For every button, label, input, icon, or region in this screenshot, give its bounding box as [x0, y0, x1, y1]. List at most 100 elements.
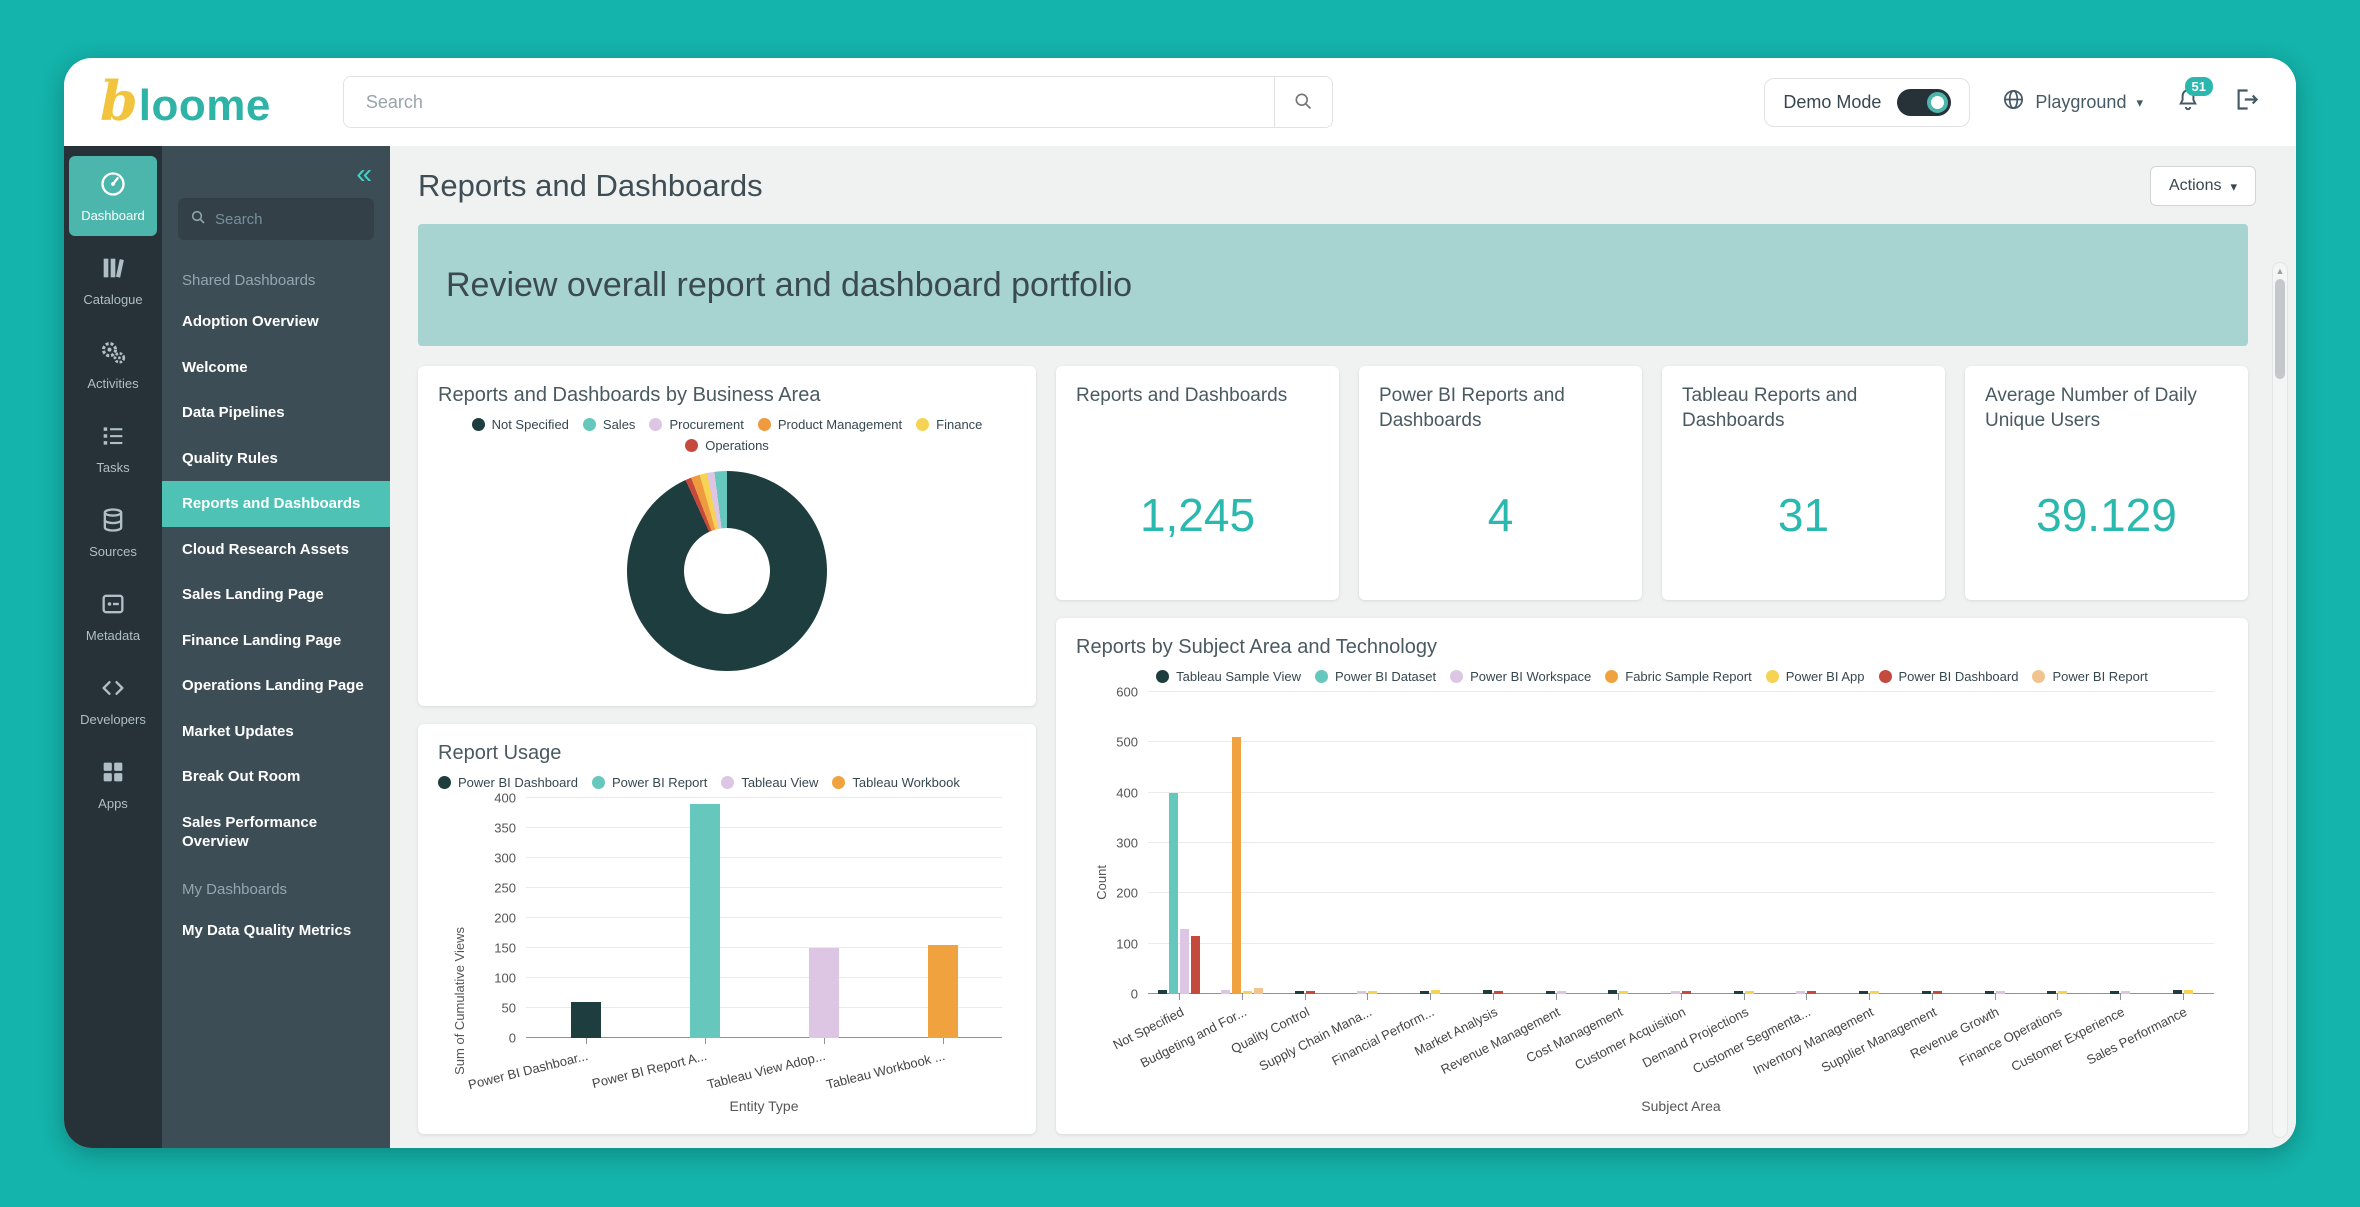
rail-item-dashboard[interactable]: Dashboard [69, 156, 157, 236]
business-area-donut-chart[interactable] [627, 471, 827, 671]
sidebar-item-finance-landing-page[interactable]: Finance Landing Page [162, 618, 390, 664]
legend-item-power-bi-report[interactable]: Power BI Report [2032, 669, 2147, 684]
kpi-card-reports-and-dashboards[interactable]: Reports and Dashboards1,245 [1056, 366, 1339, 600]
sidebar-item-reports-and-dashboards[interactable]: Reports and Dashboards [162, 481, 390, 527]
sidebar-item-welcome[interactable]: Welcome [162, 345, 390, 391]
rail-item-sources[interactable]: Sources [69, 492, 157, 572]
report-usage-chart[interactable]: Sum of Cumulative Views05010015020025030… [438, 790, 1016, 1116]
loome-logo[interactable]: b loome [100, 74, 271, 131]
bar-tableau-sample-view[interactable] [1483, 990, 1492, 994]
sidebar-item-data-pipelines[interactable]: Data Pipelines [162, 390, 390, 436]
legend-item-tableau-view[interactable]: Tableau View [721, 775, 818, 790]
collapse-sidebar-button[interactable]: « [338, 152, 390, 190]
sidebar-item-sales-landing-page[interactable]: Sales Landing Page [162, 572, 390, 618]
legend-item-finance[interactable]: Finance [916, 417, 982, 432]
bar-power-bi-report[interactable] [1254, 988, 1263, 994]
bar-power-bi-workspace[interactable] [1180, 929, 1189, 994]
bar-power-bi-workspace[interactable] [1557, 991, 1566, 994]
logout-button[interactable] [2233, 86, 2260, 118]
legend-item-power-bi-report[interactable]: Power BI Report [592, 775, 707, 790]
sidebar-item-quality-rules[interactable]: Quality Rules [162, 436, 390, 482]
rail-item-developers[interactable]: Developers [69, 660, 157, 740]
demo-mode-control[interactable]: Demo Mode [1764, 78, 1970, 127]
plot-area[interactable]: 050100150200250300350400Power BI Dashboa… [526, 798, 1002, 1038]
rail-item-tasks[interactable]: Tasks [69, 408, 157, 488]
kpi-card-power-bi-reports-and-dashboards[interactable]: Power BI Reports and Dashboards4 [1359, 366, 1642, 600]
bar-tableau-view[interactable] [809, 948, 839, 1038]
legend-item-procurement[interactable]: Procurement [649, 417, 743, 432]
sidebar-item-operations-landing-page[interactable]: Operations Landing Page [162, 663, 390, 709]
rail-item-metadata[interactable]: Metadata [69, 576, 157, 656]
sidebar-item-break-out-room[interactable]: Break Out Room [162, 754, 390, 800]
legend-item-tableau-sample-view[interactable]: Tableau Sample View [1156, 669, 1301, 684]
sidebar-item-cloud-research-assets[interactable]: Cloud Research Assets [162, 527, 390, 573]
bar-power-bi-report[interactable] [690, 804, 720, 1038]
bar-power-bi-dataset[interactable] [1169, 793, 1178, 994]
bar-power-bi-dashboard[interactable] [1807, 991, 1816, 994]
bar-power-bi-app[interactable] [1368, 991, 1377, 994]
plot-area[interactable]: 0100200300400500600Not SpecifiedBudgetin… [1148, 692, 2214, 994]
bar-tableau-sample-view[interactable] [2047, 991, 2056, 994]
bar-tableau-sample-view[interactable] [1608, 990, 1617, 994]
main-scrollbar[interactable]: ▲ [2272, 262, 2288, 1138]
demo-mode-toggle[interactable] [1897, 89, 1951, 116]
legend-item-power-bi-dashboard[interactable]: Power BI Dashboard [1879, 669, 2019, 684]
sidebar-item-adoption-overview[interactable]: Adoption Overview [162, 299, 390, 345]
legend-item-power-bi-dashboard[interactable]: Power BI Dashboard [438, 775, 578, 790]
bar-tableau-sample-view[interactable] [2173, 990, 2182, 994]
bar-power-bi-dashboard[interactable] [1494, 991, 1503, 994]
bar-power-bi-dashboard[interactable] [1682, 991, 1691, 994]
bar-power-bi-app[interactable] [1745, 991, 1754, 994]
subject-area-chart[interactable]: Count0100200300400500600Not SpecifiedBud… [1076, 684, 2228, 1116]
rail-item-catalogue[interactable]: Catalogue [69, 240, 157, 320]
bar-power-bi-app[interactable] [1243, 991, 1252, 994]
bar-tableau-sample-view[interactable] [1158, 990, 1167, 994]
legend-item-power-bi-dataset[interactable]: Power BI Dataset [1315, 669, 1436, 684]
legend-item-fabric-sample-report[interactable]: Fabric Sample Report [1605, 669, 1751, 684]
bar-tableau-sample-view[interactable] [1922, 991, 1931, 994]
kpi-card-average-number-of-daily-unique-users[interactable]: Average Number of Daily Unique Users39.1… [1965, 366, 2248, 600]
legend-item-power-bi-app[interactable]: Power BI App [1766, 669, 1865, 684]
bar-tableau-sample-view[interactable] [1295, 991, 1304, 994]
sidebar-item-sales-performance-overview[interactable]: Sales Performance Overview [162, 800, 390, 865]
bar-tableau-sample-view[interactable] [1546, 991, 1555, 994]
bar-power-bi-workspace[interactable] [1357, 991, 1366, 994]
bar-power-bi-dashboard[interactable] [1191, 936, 1200, 994]
bar-power-bi-workspace[interactable] [1221, 990, 1230, 994]
actions-button[interactable]: Actions ▾ [2150, 166, 2256, 206]
notifications-button[interactable]: 51 [2175, 87, 2201, 118]
legend-item-product-management[interactable]: Product Management [758, 417, 902, 432]
legend-item-operations[interactable]: Operations [685, 438, 769, 453]
sidebar-item-market-updates[interactable]: Market Updates [162, 709, 390, 755]
legend-item-power-bi-workspace[interactable]: Power BI Workspace [1450, 669, 1591, 684]
global-search-input[interactable] [344, 77, 1274, 127]
bar-power-bi-dashboard[interactable] [571, 1002, 601, 1038]
bar-power-bi-app[interactable] [2184, 990, 2193, 994]
legend-item-sales[interactable]: Sales [583, 417, 636, 432]
legend-item-not-specified[interactable]: Not Specified [472, 417, 569, 432]
bar-power-bi-app[interactable] [2058, 991, 2067, 994]
bar-tableau-sample-view[interactable] [1985, 991, 1994, 994]
bar-power-bi-workspace[interactable] [1796, 991, 1805, 994]
legend-item-tableau-workbook[interactable]: Tableau Workbook [832, 775, 959, 790]
bar-power-bi-app[interactable] [1431, 990, 1440, 994]
sidebar-search-input[interactable] [215, 211, 414, 228]
bar-tableau-workbook[interactable] [928, 945, 958, 1038]
kpi-card-tableau-reports-and-dashboards[interactable]: Tableau Reports and Dashboards31 [1662, 366, 1945, 600]
bar-power-bi-app[interactable] [1619, 991, 1628, 994]
bar-power-bi-dashboard[interactable] [1933, 991, 1942, 994]
bar-tableau-sample-view[interactable] [1734, 991, 1743, 994]
search-button[interactable] [1274, 77, 1332, 127]
rail-item-apps[interactable]: Apps [69, 744, 157, 824]
bar-power-bi-dashboard[interactable] [1306, 991, 1315, 994]
bar-power-bi-workspace[interactable] [1996, 991, 2005, 994]
rail-item-activities[interactable]: Activities [69, 324, 157, 404]
scrollbar-thumb[interactable] [2275, 279, 2285, 379]
scroll-up-arrow-icon[interactable]: ▲ [2273, 263, 2287, 276]
playground-dropdown[interactable]: Playground ▾ [2002, 88, 2143, 116]
bar-power-bi-workspace[interactable] [2121, 991, 2130, 994]
bar-tableau-sample-view[interactable] [2110, 991, 2119, 994]
bar-tableau-sample-view[interactable] [1420, 991, 1429, 994]
bar-power-bi-workspace[interactable] [1671, 991, 1680, 994]
bar-fabric-sample-report[interactable] [1232, 737, 1241, 994]
